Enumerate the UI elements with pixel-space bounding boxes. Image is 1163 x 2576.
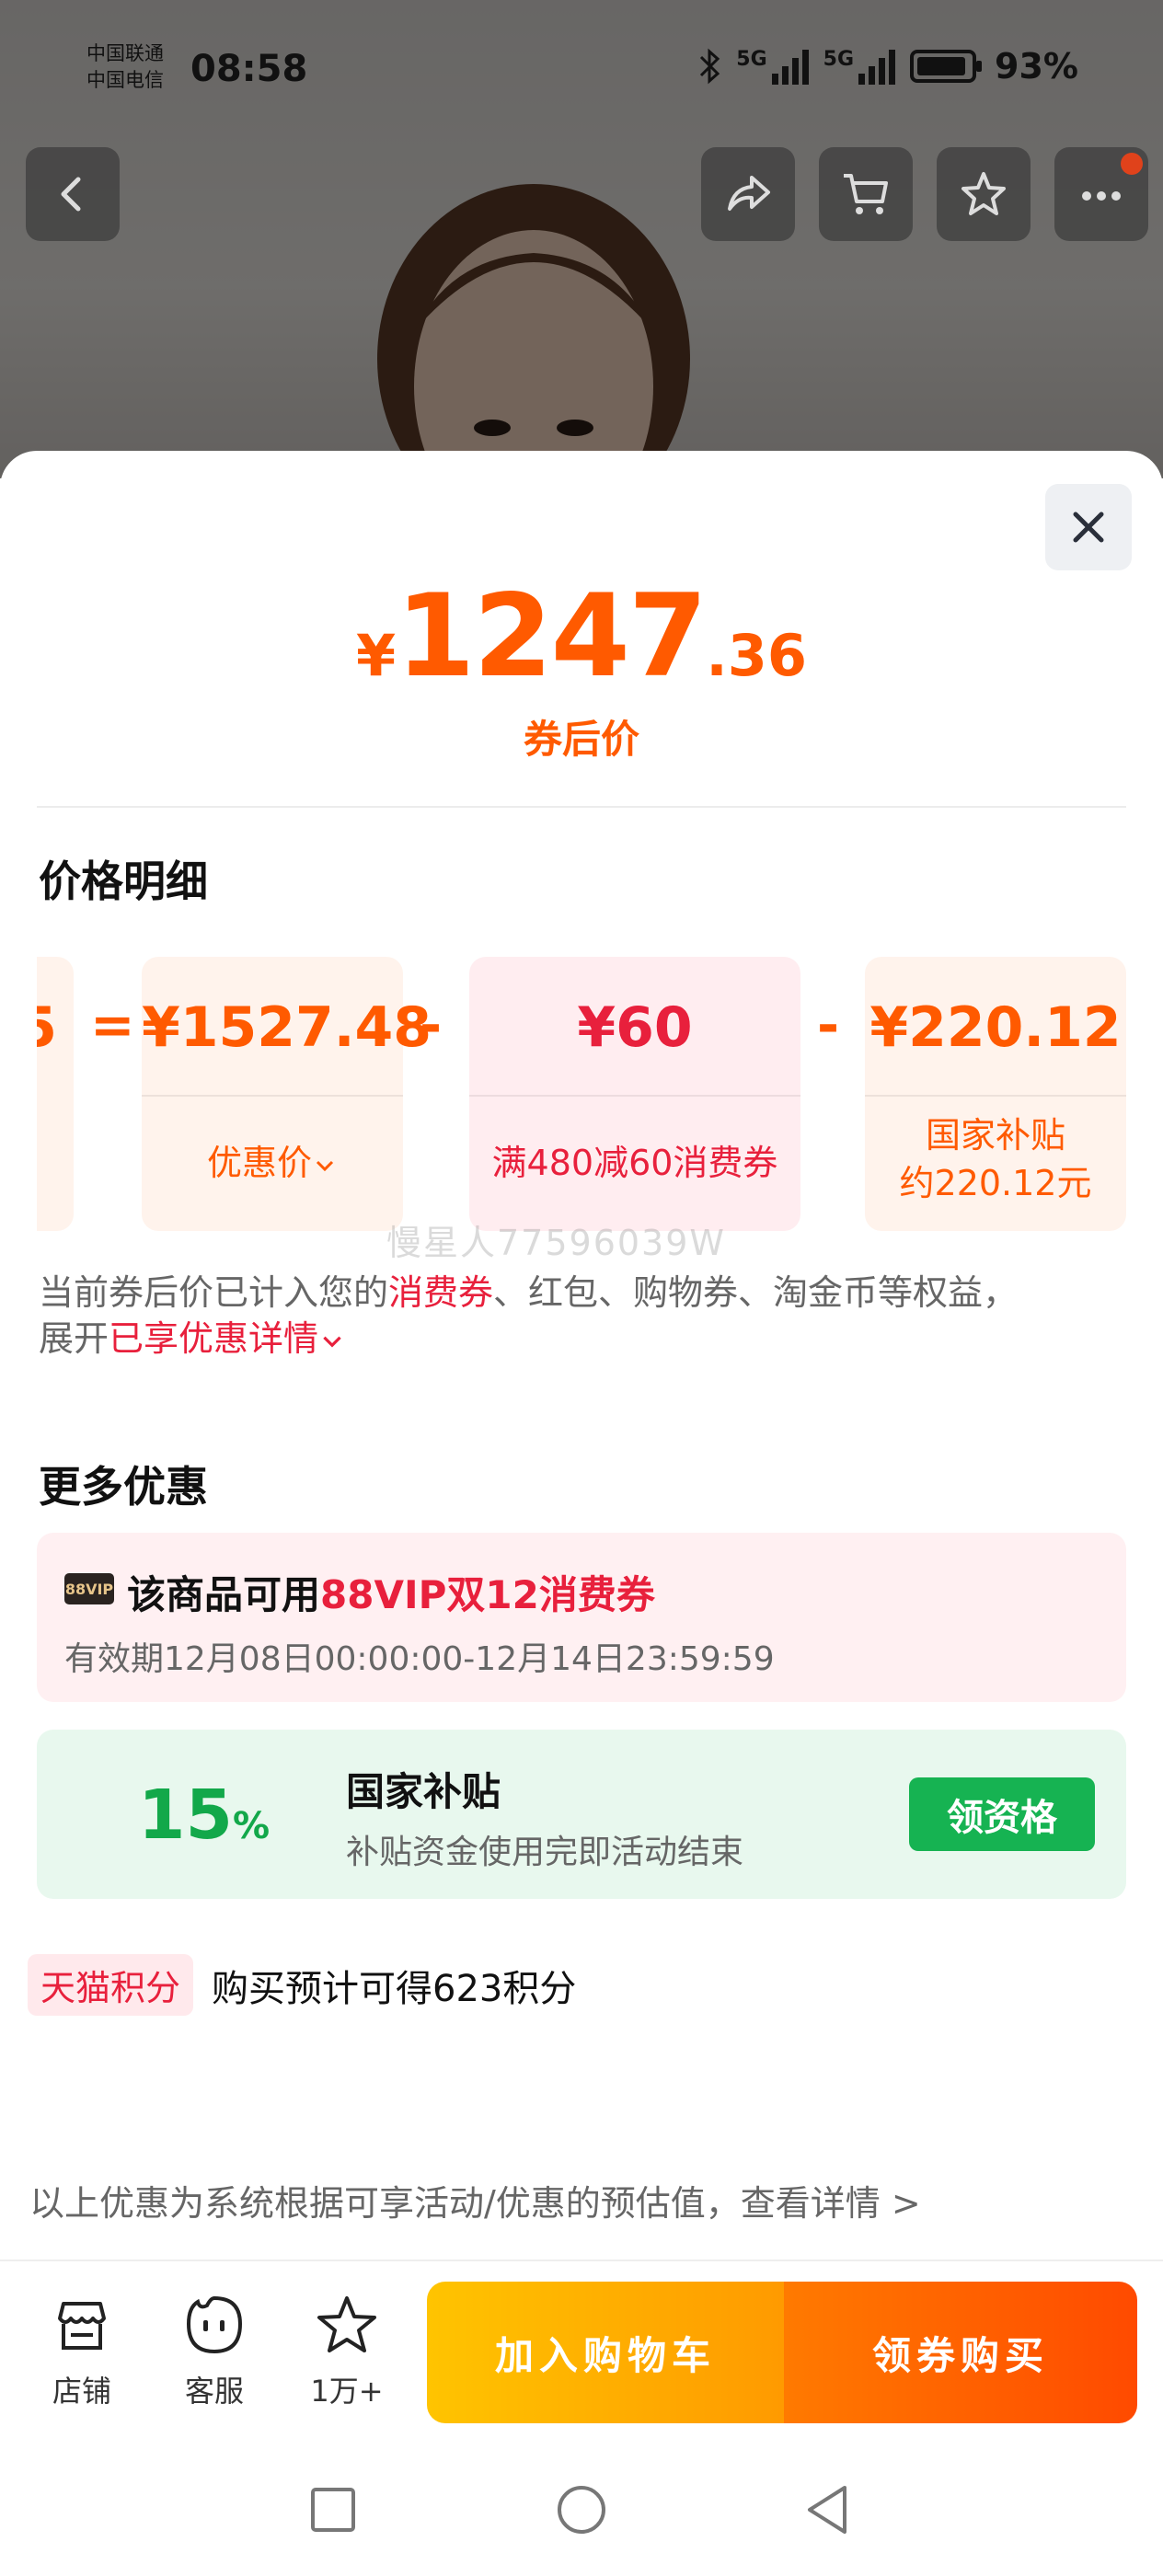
battery-fill (917, 57, 966, 75)
status-icons: 5G 5G 93% (696, 46, 1078, 86)
battery-icon (910, 50, 983, 83)
cart-button[interactable] (819, 147, 913, 241)
shop-icon (58, 2302, 106, 2350)
favorite-button[interactable] (937, 147, 1031, 241)
claim-coupon-buy-button[interactable]: 领券购买 (784, 2282, 1137, 2423)
price-detail-sheet: ¥1247.36 券后价 价格明细 5 = ¥1527.48 优惠价 - ¥60… (0, 451, 1163, 2263)
more-offers-title: 更多优惠 (39, 1462, 208, 1512)
coupon-label: 满480减60消费券 (491, 1143, 778, 1183)
system-nav-bar (0, 2444, 1163, 2576)
expand-benefits-link[interactable]: 已享优惠详情 (109, 1318, 346, 1359)
star-icon (317, 2296, 376, 2352)
subsidy-amount: ¥220.12 (869, 995, 1122, 1060)
minus-sign: - (420, 994, 443, 1056)
share-button[interactable] (701, 147, 795, 241)
chevron-left-icon (61, 177, 81, 212)
watermark: 慢星人77596039W (386, 1223, 726, 1263)
discount-price-label: 优惠价 (142, 1139, 403, 1187)
carrier-names: 中国联通 中国电信 (86, 40, 164, 94)
shop-button[interactable]: 店铺 (31, 2291, 132, 2410)
card-divider (469, 1095, 800, 1097)
vip-coupon-card[interactable]: 88VIP 该商品可用88VIP双12消费券 有效期12月08日00:00:00… (37, 1533, 1126, 1702)
vip-coupon-title: 该商品可用88VIP双12消费券 (127, 1572, 655, 1617)
claim-qualification-button[interactable]: 领资格 (909, 1777, 1095, 1851)
carrier-2: 中国电信 (86, 69, 164, 91)
price-breakdown[interactable]: 5 = ¥1527.48 优惠价 - ¥60 满480减60消费券 - ¥220… (37, 957, 1126, 1233)
chevron-down-icon (323, 1336, 341, 1348)
chevron-down-icon (316, 1160, 334, 1171)
carrier-1: 中国联通 (86, 42, 164, 64)
subsidy-desc: 补贴资金使用完即活动结束 (346, 1834, 744, 1871)
notification-dot (1121, 153, 1143, 175)
points-text: 购买预计可得623积分 (212, 1967, 577, 2010)
signal-5g-2: 5G (823, 48, 897, 85)
collect-count: 1万+ (310, 2374, 384, 2409)
breakdown-card-partial: 5 (37, 957, 74, 1231)
price-currency: ¥ (355, 622, 397, 689)
recent-apps-icon[interactable] (304, 2480, 363, 2539)
close-icon (1073, 512, 1104, 543)
status-bar: 中国联通 中国电信 08:58 5G 5G 93% (0, 37, 1163, 110)
divider (37, 806, 1126, 808)
signal-5g-1: 5G (736, 48, 810, 85)
price-detail-title: 价格明细 (39, 857, 208, 906)
signal-bars-icon (771, 50, 809, 85)
home-icon[interactable] (552, 2480, 611, 2539)
back-nav-icon[interactable] (799, 2480, 858, 2539)
subsidy-card: 15% 国家补贴 补贴资金使用完即活动结束 领资格 (37, 1730, 1126, 1899)
subsidy-label: 国家补贴 约220.12元 (899, 1115, 1092, 1203)
cart-icon (844, 174, 888, 214)
shop-label: 店铺 (52, 2374, 111, 2409)
star-icon (961, 172, 1006, 215)
price-label: 券后价 (523, 717, 639, 762)
equals-sign: = (90, 994, 135, 1056)
breakdown-card-coupon: ¥60 满480减60消费券 (469, 957, 800, 1231)
clock: 08:58 (190, 48, 308, 90)
subsidy-title: 国家补贴 (346, 1769, 501, 1814)
coupon-amount: ¥60 (577, 995, 693, 1060)
breakdown-card-subsidy: ¥220.12 国家补贴 约220.12元 (865, 957, 1126, 1231)
close-button[interactable] (1045, 484, 1132, 570)
signal-bars-icon (858, 50, 896, 85)
card-divider (142, 1095, 403, 1097)
minus-sign: - (817, 994, 840, 1056)
discount-price-amount: ¥1527.48 (142, 995, 432, 1060)
more-button[interactable] (1054, 147, 1148, 241)
service-label: 客服 (184, 2374, 244, 2409)
customer-service-icon (186, 2295, 243, 2354)
note-highlight: 消费券 (388, 1272, 494, 1313)
view-details-link[interactable]: 以上优惠为系统根据可享活动/优惠的预估值，查看详情 > (29, 2175, 921, 2225)
battery-percent: 93% (995, 46, 1078, 86)
collect-button[interactable]: 1万+ (296, 2291, 397, 2410)
action-bar: 店铺 客服 1万+ 加入购物车 领券购买 (0, 2260, 1163, 2444)
breakdown-card-discount-price[interactable]: ¥1527.48 优惠价 (142, 957, 432, 1231)
more-dots-icon (1082, 191, 1121, 201)
add-to-cart-button[interactable]: 加入购物车 (427, 2282, 784, 2423)
service-button[interactable]: 客服 (164, 2291, 265, 2410)
final-price: ¥1247.36 (0, 570, 1163, 703)
points-row: 天猫积分 购买预计可得623积分 (28, 1954, 576, 2016)
bluetooth-icon (700, 48, 720, 85)
card-divider (865, 1095, 1126, 1097)
price-decimal: .36 (706, 622, 808, 689)
points-tag: 天猫积分 (28, 1954, 194, 2016)
share-icon (728, 176, 770, 211)
price-integer: 1247 (396, 570, 708, 703)
vip-badge-icon: 88VIP (64, 1573, 114, 1604)
price-note: 当前券后价已计入您的消费券、红包、购物券、淘金币等权益， 展开已享优惠详情 (39, 1272, 1019, 1359)
subsidy-percent: 15% (138, 1776, 271, 1855)
vip-coupon-validity: 有效期12月08日00:00:00-12月14日23:59:59 (64, 1640, 775, 1678)
back-button[interactable] (26, 147, 120, 241)
